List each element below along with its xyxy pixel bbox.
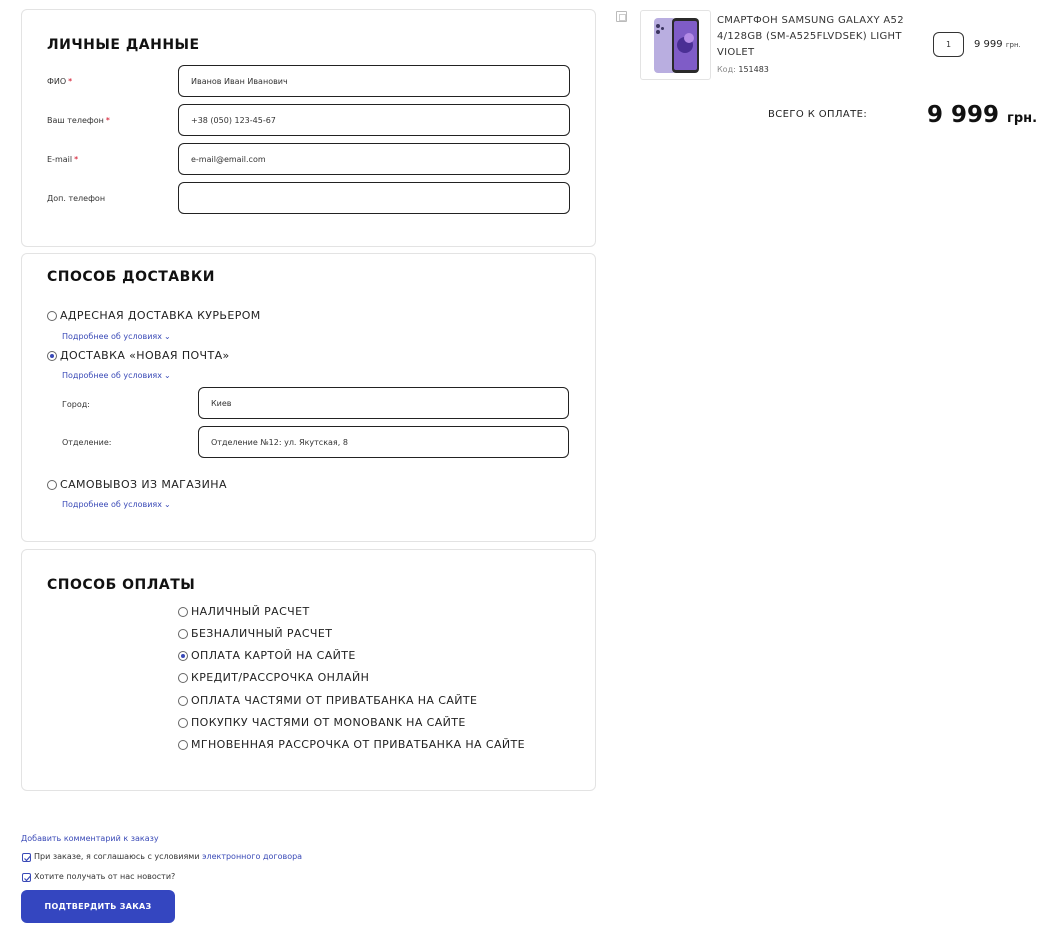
- payment-privat-instant-radio[interactable]: [178, 740, 188, 750]
- payment-monobank-label[interactable]: ПОКУПКУ ЧАСТЯМИ ОТ MONOBANK НА САЙТЕ: [191, 716, 466, 729]
- payment-monobank-radio[interactable]: [178, 718, 188, 728]
- payment-privat-instant-label[interactable]: МГНОВЕННАЯ РАССРОЧКА ОТ ПРИВАТБАНКА НА С…: [191, 738, 525, 751]
- city-input[interactable]: [198, 387, 569, 419]
- payment-card-label[interactable]: ОПЛАТА КАРТОЙ НА САЙТЕ: [191, 649, 356, 662]
- phone-label: Ваш телефон *: [47, 116, 110, 125]
- delivery-courier-more-link[interactable]: Подробнее об условиях ⌄: [62, 332, 171, 341]
- total-amount: 9 999 грн.: [927, 102, 1038, 128]
- payment-card-radio[interactable]: [178, 651, 188, 661]
- product-name-link[interactable]: СМАРТФОН SAMSUNG GALAXY A52 4/128GB (SM-…: [717, 13, 917, 61]
- delivery-title: СПОСОБ ДОСТАВКИ: [47, 269, 215, 285]
- check-icon: [24, 855, 31, 862]
- news-text: Хотите получать от нас новости?: [34, 872, 176, 881]
- total-label: ВСЕГО К ОПЛАТЕ:: [768, 109, 868, 120]
- quantity-input[interactable]: 1: [933, 32, 964, 57]
- phone-image-icon: [654, 18, 699, 73]
- phone-input[interactable]: [178, 104, 570, 136]
- item-price: 9 999 грн.: [974, 39, 1021, 50]
- email-input[interactable]: [178, 143, 570, 175]
- contract-link[interactable]: электронного договора: [202, 852, 302, 861]
- chevron-down-icon: ⌄: [163, 500, 171, 509]
- agree-checkbox[interactable]: [22, 853, 31, 862]
- payment-cashless-radio[interactable]: [178, 629, 188, 639]
- confirm-order-button[interactable]: ПОДТВЕРДИТЬ ЗАКАЗ: [21, 890, 175, 923]
- payment-privat-parts-radio[interactable]: [178, 696, 188, 706]
- payment-cash-radio[interactable]: [178, 607, 188, 617]
- payment-cash-label[interactable]: НАЛИЧНЫЙ РАСЧЕТ: [191, 605, 310, 618]
- delivery-novaposhta-label[interactable]: ДОСТАВКА «НОВАЯ ПОЧТА»: [60, 349, 230, 362]
- branch-input[interactable]: [198, 426, 569, 458]
- check-icon: [24, 875, 31, 882]
- extra-phone-input[interactable]: [178, 182, 570, 214]
- delivery-novaposhta-radio[interactable]: [47, 351, 57, 361]
- branch-label: Отделение:: [62, 438, 112, 447]
- email-label: E-mail *: [47, 155, 79, 164]
- chevron-down-icon: ⌄: [163, 332, 171, 341]
- delivery-pickup-label[interactable]: САМОВЫВОЗ ИЗ МАГАЗИНА: [60, 478, 227, 491]
- news-checkbox[interactable]: [22, 873, 31, 882]
- city-label: Город:: [62, 400, 90, 409]
- payment-title: СПОСОБ ОПЛАТЫ: [47, 577, 196, 593]
- personal-data-section: ЛИЧНЫЕ ДАННЫЕ ФИО* Ваш телефон* E-mail* …: [21, 9, 596, 247]
- delivery-pickup-radio[interactable]: [47, 480, 57, 490]
- product-code: Код: 151483: [717, 65, 769, 74]
- payment-credit-radio[interactable]: [178, 673, 188, 683]
- fio-input[interactable]: [178, 65, 570, 97]
- payment-cashless-label[interactable]: БЕЗНАЛИЧНЫЙ РАСЧЕТ: [191, 627, 332, 640]
- add-comment-link[interactable]: Добавить комментарий к заказу: [21, 834, 159, 843]
- fio-label: ФИО *: [47, 77, 73, 86]
- delivery-courier-radio[interactable]: [47, 311, 57, 321]
- extra-phone-label: Доп. телефон: [47, 194, 106, 203]
- delivery-novaposhta-more-link[interactable]: Подробнее об условиях ⌄: [62, 371, 171, 380]
- agree-text: При заказе, я соглашаюсь с условиями эле…: [34, 852, 303, 861]
- payment-privat-parts-label[interactable]: ОПЛАТА ЧАСТЯМИ ОТ ПРИВАТБАНКА НА САЙТЕ: [191, 694, 477, 707]
- remove-item-icon[interactable]: [616, 11, 627, 22]
- personal-data-title: ЛИЧНЫЕ ДАННЫЕ: [47, 37, 200, 53]
- delivery-courier-label[interactable]: АДРЕСНАЯ ДОСТАВКА КУРЬЕРОМ: [60, 309, 261, 322]
- payment-section: СПОСОБ ОПЛАТЫ НАЛИЧНЫЙ РАСЧЕТ БЕЗНАЛИЧНЫ…: [21, 549, 596, 791]
- payment-credit-label[interactable]: КРЕДИТ/РАССРОЧКА ОНЛАЙН: [191, 671, 369, 684]
- delivery-section: СПОСОБ ДОСТАВКИ АДРЕСНАЯ ДОСТАВКА КУРЬЕР…: [21, 253, 596, 542]
- product-image[interactable]: [640, 10, 711, 80]
- delivery-pickup-more-link[interactable]: Подробнее об условиях ⌄: [62, 500, 171, 509]
- chevron-down-icon: ⌄: [163, 371, 171, 380]
